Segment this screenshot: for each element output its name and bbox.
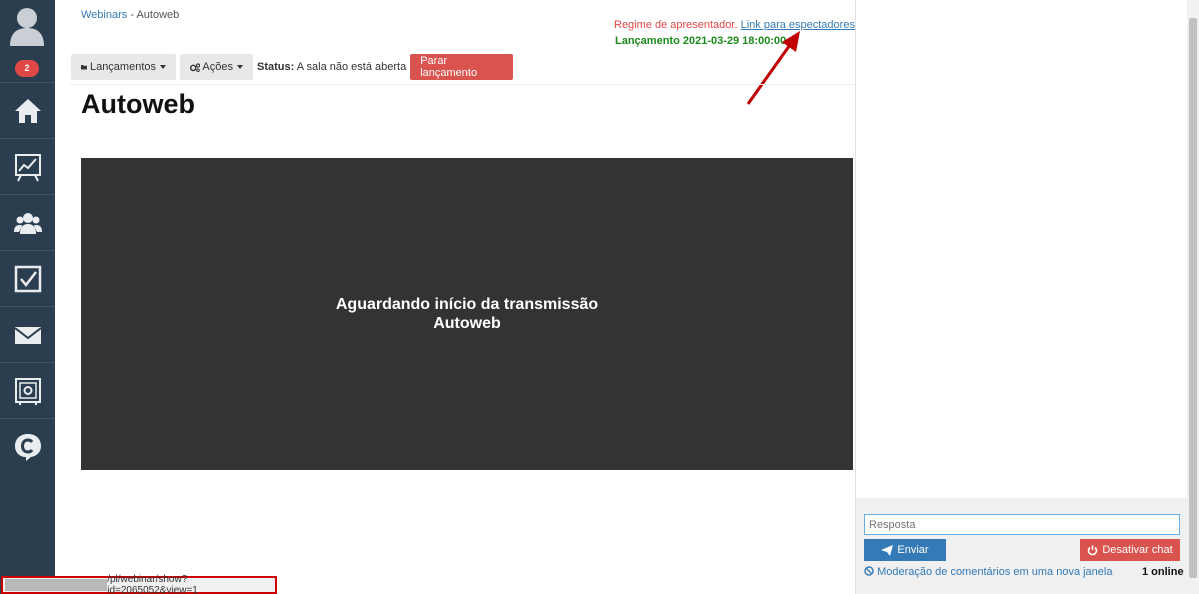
chart-icon — [14, 153, 41, 181]
send-label: Enviar — [897, 544, 929, 556]
actions-dropdown-button[interactable]: Ações — [180, 54, 253, 80]
status-url-text: /pl/webinar/show?id=2065052&view=1 — [107, 574, 198, 594]
mail-icon — [13, 326, 42, 344]
redacted-domain — [5, 579, 108, 591]
send-button[interactable]: Enviar — [864, 539, 946, 561]
presenter-mode-line: Regime de apresentador. Link para espect… — [614, 19, 855, 31]
chevron-down-icon — [237, 65, 243, 69]
breadcrumb: Webinars - Autoweb — [81, 9, 179, 21]
user-avatar-icon[interactable] — [8, 6, 46, 46]
presenter-mode-text: Regime de apresentador. — [614, 19, 738, 31]
tasks-icon — [14, 265, 41, 292]
header-divider — [70, 84, 856, 85]
sidebar-item-tasks[interactable] — [0, 250, 55, 306]
gears-icon — [190, 62, 201, 72]
safe-icon — [14, 377, 41, 405]
sidebar-item-chat[interactable] — [0, 418, 55, 474]
chat-c-icon — [14, 433, 41, 461]
users-icon — [13, 212, 42, 234]
status-bar-url: /pl/webinar/show?id=2065052&view=1 — [1, 574, 277, 594]
annotation-arrow-icon — [746, 31, 800, 105]
paper-plane-icon — [881, 544, 894, 556]
sidebar-item-mail[interactable] — [0, 306, 55, 362]
sidebar-item-users[interactable] — [0, 194, 55, 250]
stop-launch-button[interactable]: Parar lançamento — [410, 54, 514, 80]
status-label: Status: — [257, 61, 295, 73]
toolbar: Lançamentos Ações Status: A sala não est… — [71, 54, 514, 80]
home-icon — [14, 98, 41, 123]
moderation-link[interactable]: Moderação de comentários em uma nova jan… — [864, 566, 1112, 578]
chat-reply-input[interactable] — [864, 514, 1180, 535]
online-count: 1 online — [1142, 566, 1184, 578]
folder-icon — [81, 65, 87, 70]
player-waiting-text: Aguardando início da transmissão — [335, 296, 599, 313]
scrollbar-thumb[interactable] — [1189, 18, 1197, 578]
video-player[interactable]: Aguardando início da transmissão Autoweb — [81, 158, 853, 470]
breadcrumb-link-webinars[interactable]: Webinars — [81, 9, 127, 21]
chevron-down-icon — [160, 65, 166, 69]
launches-label: Lançamentos — [89, 61, 156, 73]
sidebar-item-stats[interactable] — [0, 138, 55, 194]
launches-dropdown-button[interactable]: Lançamentos — [71, 54, 176, 80]
disable-chat-button[interactable]: Desativar chat — [1080, 539, 1180, 561]
ban-icon — [864, 566, 874, 576]
page-title: Autoweb — [81, 89, 195, 119]
actions-label: Ações — [202, 61, 233, 73]
disable-chat-label: Desativar chat — [1102, 544, 1173, 556]
notification-badge[interactable]: 2 — [15, 60, 39, 77]
sidebar: 2 — [0, 0, 55, 594]
player-webinar-name: Autoweb — [433, 315, 501, 332]
sidebar-item-home[interactable] — [0, 82, 55, 138]
sidebar-item-safe[interactable] — [0, 362, 55, 418]
moderation-label: Moderação de comentários em uma nova jan… — [877, 566, 1113, 578]
power-icon — [1088, 545, 1098, 555]
room-status: Status: A sala não está aberta — [257, 61, 406, 73]
breadcrumb-current: Autoweb — [136, 9, 180, 21]
status-value: A sala não está aberta — [296, 61, 407, 73]
